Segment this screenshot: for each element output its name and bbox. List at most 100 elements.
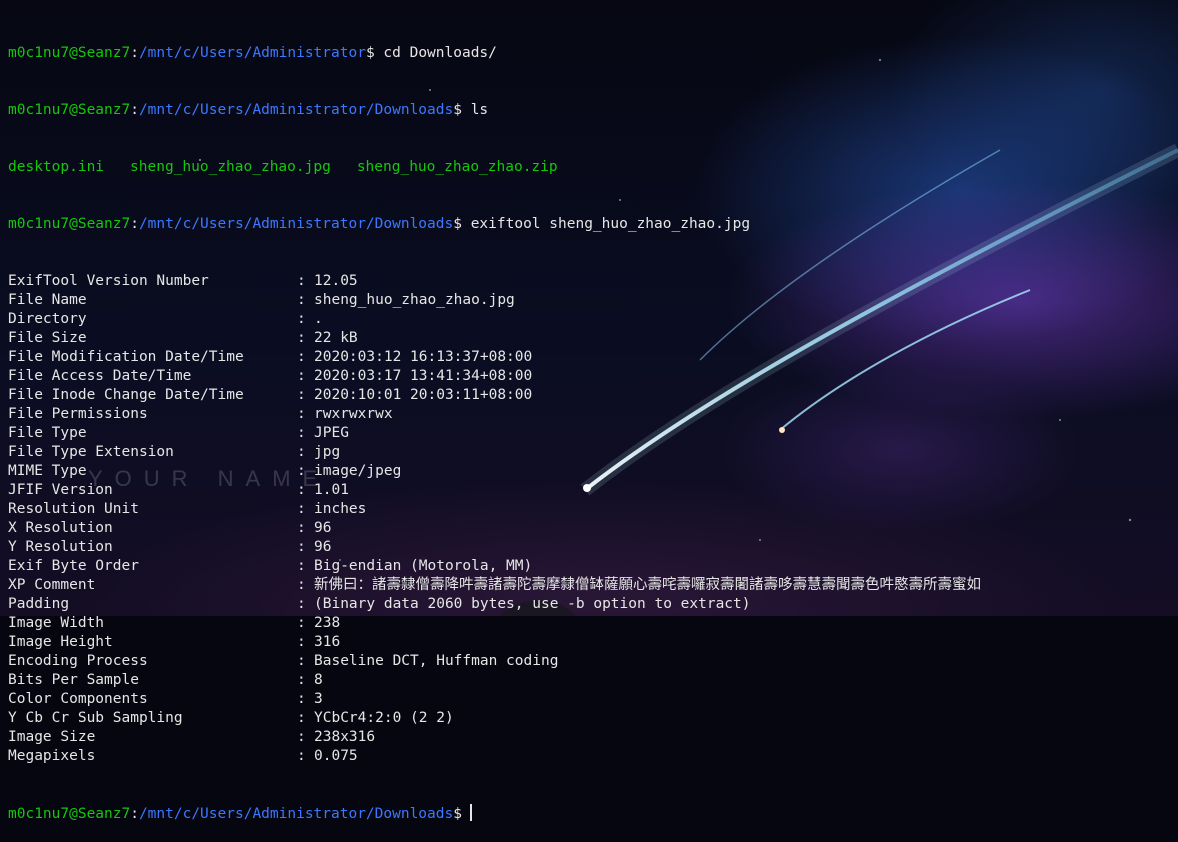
exif-value: Big-endian (Motorola, MM): [314, 558, 533, 574]
exif-row: Color Components:3: [8, 690, 1174, 709]
exif-value: 316: [314, 634, 341, 650]
exif-separator: :: [297, 330, 306, 346]
exif-separator: :: [297, 653, 306, 669]
exif-value: JPEG: [314, 425, 349, 441]
exif-row: Bits Per Sample:8: [8, 671, 1174, 690]
exif-key: File Size: [8, 330, 87, 346]
exif-row: Exif Byte Order: Big-endian (Motorola, MM…: [8, 557, 1174, 576]
exif-output: ExifTool Version Number:12.05 File Name: s…: [8, 272, 1174, 766]
exif-key: Encoding Process: [8, 653, 148, 669]
command-text: ls: [470, 102, 489, 118]
exif-key: Exif Byte Order: [8, 558, 139, 574]
exif-key: Resolution Unit: [8, 501, 139, 517]
exif-value: Baseline DCT, Huffman coding: [314, 653, 559, 669]
exif-row: ExifTool Version Number:12.05: [8, 272, 1174, 291]
exif-row: File Type Extension: jpg: [8, 443, 1174, 462]
exif-separator: :: [297, 672, 306, 688]
exif-key: Image Height: [8, 634, 113, 650]
command-text: exiftool sheng_huo_zhao_zhao.jpg: [470, 216, 751, 232]
exif-separator: :: [297, 406, 306, 422]
exif-separator: :: [297, 729, 306, 745]
prompt-user: m0c1nu7@Seanz7: [8, 806, 131, 822]
active-command-line[interactable]: m0c1nu7@Seanz7:/mnt/c/Users/Administrato…: [8, 804, 1174, 823]
exif-key: Directory: [8, 311, 87, 327]
exif-key: MIME Type: [8, 463, 87, 479]
exif-key: Megapixels: [8, 748, 96, 764]
exif-row: Padding: (Binary data 2060 bytes, use -b …: [8, 595, 1174, 614]
ls-file: sheng_huo_zhao_zhao.zip: [356, 159, 558, 175]
prompt-user: m0c1nu7@Seanz7: [8, 45, 131, 61]
exif-value: jpg: [314, 444, 341, 460]
exif-row: Encoding Process: Baseline DCT, Huffman c…: [8, 652, 1174, 671]
exif-value: 238x316: [314, 729, 376, 745]
command-line-ls: m0c1nu7@Seanz7:/mnt/c/Users/Administrato…: [8, 102, 489, 118]
exif-separator: :: [297, 558, 306, 574]
exif-value: 2020:03:17 13:41:34+08:00: [314, 368, 533, 384]
command-line-exiftool: m0c1nu7@Seanz7:/mnt/c/Users/Administrato…: [8, 216, 751, 232]
prompt-path: /mnt/c/Users/Administrator/Downloads: [138, 216, 454, 232]
exif-separator: :: [297, 691, 306, 707]
exif-key: JFIF Version: [8, 482, 113, 498]
exif-separator: :: [297, 634, 306, 650]
prompt-user: m0c1nu7@Seanz7: [8, 102, 131, 118]
exif-row: File Type: JPEG: [8, 424, 1174, 443]
exif-separator: :: [297, 311, 306, 327]
command-line-cd: m0c1nu7@Seanz7:/mnt/c/Users/Administrato…: [8, 45, 497, 61]
exif-value: image/jpeg: [314, 463, 402, 479]
exif-separator: :: [297, 748, 306, 764]
exif-separator: :: [297, 273, 306, 289]
exif-separator: :: [297, 463, 306, 479]
prompt-path: /mnt/c/Users/Administrator: [138, 45, 366, 61]
exif-separator: :: [297, 349, 306, 365]
exif-separator: :: [297, 292, 306, 308]
exif-value: 3: [314, 691, 323, 707]
exif-key: X Resolution: [8, 520, 113, 536]
exif-key: File Inode Change Date/Time: [8, 387, 244, 403]
exif-key: Bits Per Sample: [8, 672, 139, 688]
exif-separator: :: [297, 368, 306, 384]
command-text: cd Downloads/: [383, 45, 497, 61]
exif-separator: :: [297, 615, 306, 631]
exif-key: Y Resolution: [8, 539, 113, 555]
terminal-window[interactable]: m0c1nu7@Seanz7: /mnt/c/Users/Administrato…: [8, 6, 1174, 842]
exif-separator: :: [297, 501, 306, 517]
exif-separator: :: [297, 425, 306, 441]
ls-file: sheng_huo_zhao_zhao.jpg: [130, 159, 331, 175]
exif-separator: :: [297, 482, 306, 498]
exif-value: rwxrwxrwx: [314, 406, 393, 422]
exif-value: inches: [314, 501, 367, 517]
exif-key: Padding: [8, 596, 70, 612]
exif-value: (Binary data 2060 bytes, use -b option t…: [314, 596, 751, 612]
exif-row: Megapixels:0.075: [8, 747, 1174, 766]
exif-key: File Name: [8, 292, 87, 308]
exif-row: Image Height:316: [8, 633, 1174, 652]
exif-key: File Permissions: [8, 406, 148, 422]
exif-value: 0.075: [314, 748, 358, 764]
exif-row: Image Width:238: [8, 614, 1174, 633]
exif-separator: :: [297, 387, 306, 403]
exif-key: File Type Extension: [8, 444, 174, 460]
exif-row: Y Resolution:96: [8, 538, 1174, 557]
exif-key: File Access Date/Time: [8, 368, 192, 384]
exif-separator: :: [297, 520, 306, 536]
exif-row: X Resolution:96: [8, 519, 1174, 538]
exif-value: sheng_huo_zhao_zhao.jpg: [314, 292, 515, 308]
exif-row: File Permissions: rwxrwxrwx: [8, 405, 1174, 424]
exif-value: 96: [314, 539, 332, 555]
exif-row: Resolution Unit: inches: [8, 500, 1174, 519]
exif-value: 238: [314, 615, 341, 631]
exif-value: YCbCr4:2:0 (2 2): [314, 710, 454, 726]
exif-separator: :: [297, 596, 306, 612]
exif-row: File Access Date/Time:2020:03:17 13:41:3…: [8, 367, 1174, 386]
exif-value: 96: [314, 520, 332, 536]
exif-value: 12.05: [314, 273, 358, 289]
exif-key: ExifTool Version Number: [8, 273, 209, 289]
text-cursor: [469, 804, 472, 821]
prompt-user: m0c1nu7@Seanz7: [8, 216, 131, 232]
exif-key: Y Cb Cr Sub Sampling: [8, 710, 183, 726]
exif-value: .: [314, 311, 323, 327]
exif-row: XP Comment: 新佛曰：諸壽隸僧壽降吽壽諸壽陀壽摩隸僧缽薩願心壽咤壽囉寂壽…: [8, 576, 1174, 595]
exif-separator: :: [297, 539, 306, 555]
exif-separator: :: [297, 577, 306, 593]
exif-key: Color Components: [8, 691, 148, 707]
